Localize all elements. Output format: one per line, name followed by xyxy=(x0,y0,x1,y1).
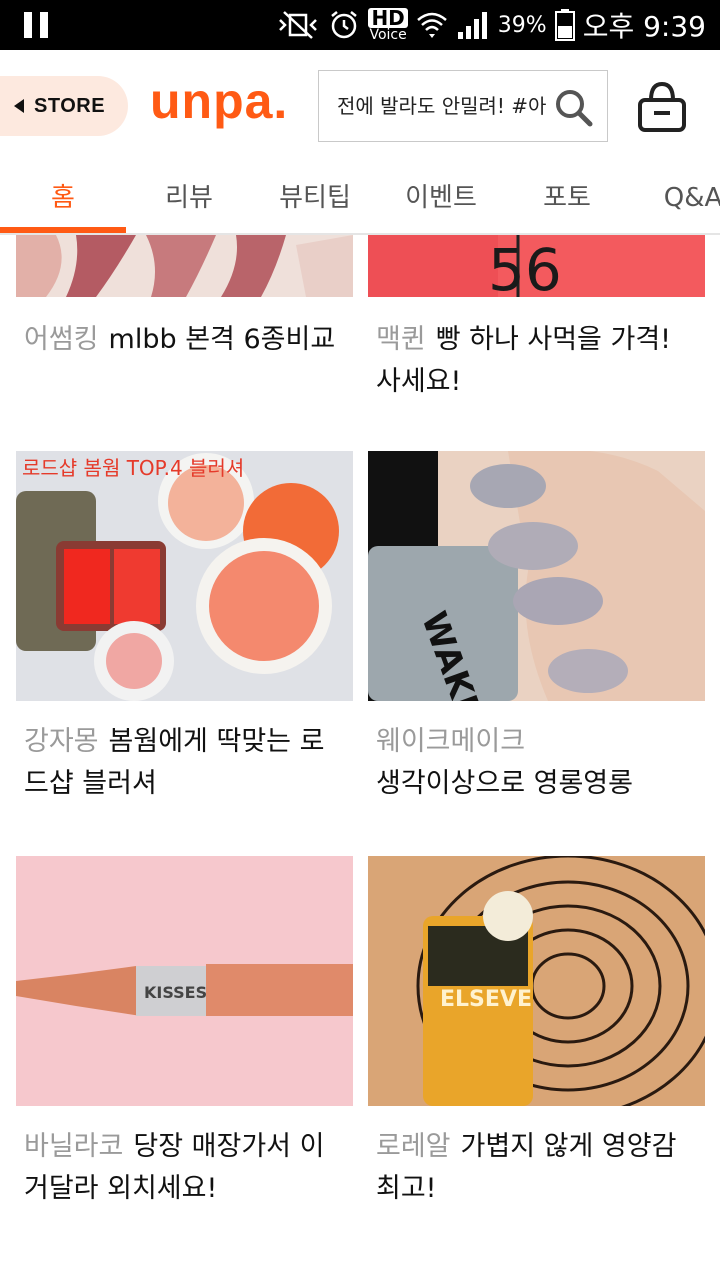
tab-beauty-tip[interactable]: 뷰티팁 xyxy=(252,165,378,231)
card-brand: 맥퀸 xyxy=(376,324,426,355)
hd-voice-icon: HD Voice xyxy=(368,8,408,43)
card-title: mlbb 본격 6종비교 xyxy=(108,324,336,355)
tab-event[interactable]: 이벤트 xyxy=(378,165,504,231)
card-brand: 어썸킹 xyxy=(24,324,99,355)
voice-label: Voice xyxy=(369,27,407,43)
store-label: STORE xyxy=(34,94,106,117)
category-tabs: 홈 리뷰 뷰티팁 이벤트 포토 Q&A xyxy=(0,165,720,235)
store-button[interactable]: STORE xyxy=(0,76,128,136)
search-input[interactable] xyxy=(319,71,549,141)
alarm-icon xyxy=(331,11,358,39)
image-product-text: KISSES xyxy=(144,983,207,1002)
card-brand: 웨이크메이크 xyxy=(376,726,526,757)
wifi-icon xyxy=(416,12,447,38)
shopping-bag-icon[interactable] xyxy=(636,80,688,134)
card-caption-5[interactable]: 바닐라코 당장 매장가서 이거달라 외치세요! xyxy=(24,1126,344,1210)
card-caption-4[interactable]: 웨이크메이크생각이상으로 영롱영롱 xyxy=(376,721,696,805)
search-icon[interactable] xyxy=(553,87,593,127)
card-image-lip-swatch[interactable]: 56 xyxy=(368,235,705,297)
search-box[interactable] xyxy=(318,70,608,142)
card-title: 생각이상으로 영롱영롱 xyxy=(376,768,633,799)
card-image-oil[interactable]: ELSEVE xyxy=(368,856,705,1106)
card-brand: 강자몽 xyxy=(24,726,99,757)
battery-icon xyxy=(554,9,575,41)
image-product-text: ELSEVE xyxy=(440,987,532,1012)
status-bar: HD Voice 39% 오후 9:39 xyxy=(0,0,720,50)
pause-icon xyxy=(22,12,52,38)
tab-photo[interactable]: 포토 xyxy=(504,165,630,231)
card-caption-3[interactable]: 강자몽 봄웜에게 딱맞는 로드샵 블러셔 xyxy=(24,721,344,805)
card-image-swatches[interactable] xyxy=(16,235,353,297)
card-image-nails[interactable]: WAKE MAKE xyxy=(368,451,705,701)
app-header: STORE unpa. xyxy=(0,50,720,165)
image-overlay-text: 로드샵 봄웜 TOP.4 블러셔 xyxy=(22,456,244,480)
card-caption-6[interactable]: 로레알 가볍지 않게 영양감 최고! xyxy=(376,1126,696,1210)
vibrate-mute-icon xyxy=(279,11,318,39)
card-brand: 바닐라코 xyxy=(24,1131,124,1162)
tab-qna[interactable]: Q&A xyxy=(630,165,720,231)
hd-label: HD xyxy=(368,8,408,28)
card-image-blushers[interactable]: 로드샵 봄웜 TOP.4 블러셔 xyxy=(16,451,353,701)
image-number-text: 56 xyxy=(488,236,562,297)
app-logo[interactable]: unpa. xyxy=(150,72,288,130)
clock: 오후 9:39 xyxy=(582,10,706,43)
battery-percent: 39% xyxy=(497,12,547,38)
tab-home[interactable]: 홈 xyxy=(0,165,126,231)
card-caption-2[interactable]: 맥퀸 빵 하나 사먹을 가격! 사세요! xyxy=(376,319,696,403)
card-caption-1[interactable]: 어썸킹 mlbb 본격 6종비교 xyxy=(24,319,354,361)
feed: 56 어썸킹 mlbb 본격 6종비교 맥퀸 빵 하나 사먹을 가격! 사세요! 로… xyxy=(0,235,720,1280)
tab-review[interactable]: 리뷰 xyxy=(126,165,252,231)
card-image-lipstick[interactable]: KISSES xyxy=(16,856,353,1106)
signal-icon xyxy=(457,12,487,39)
card-brand: 로레알 xyxy=(376,1131,451,1162)
back-arrow-icon xyxy=(14,99,24,113)
